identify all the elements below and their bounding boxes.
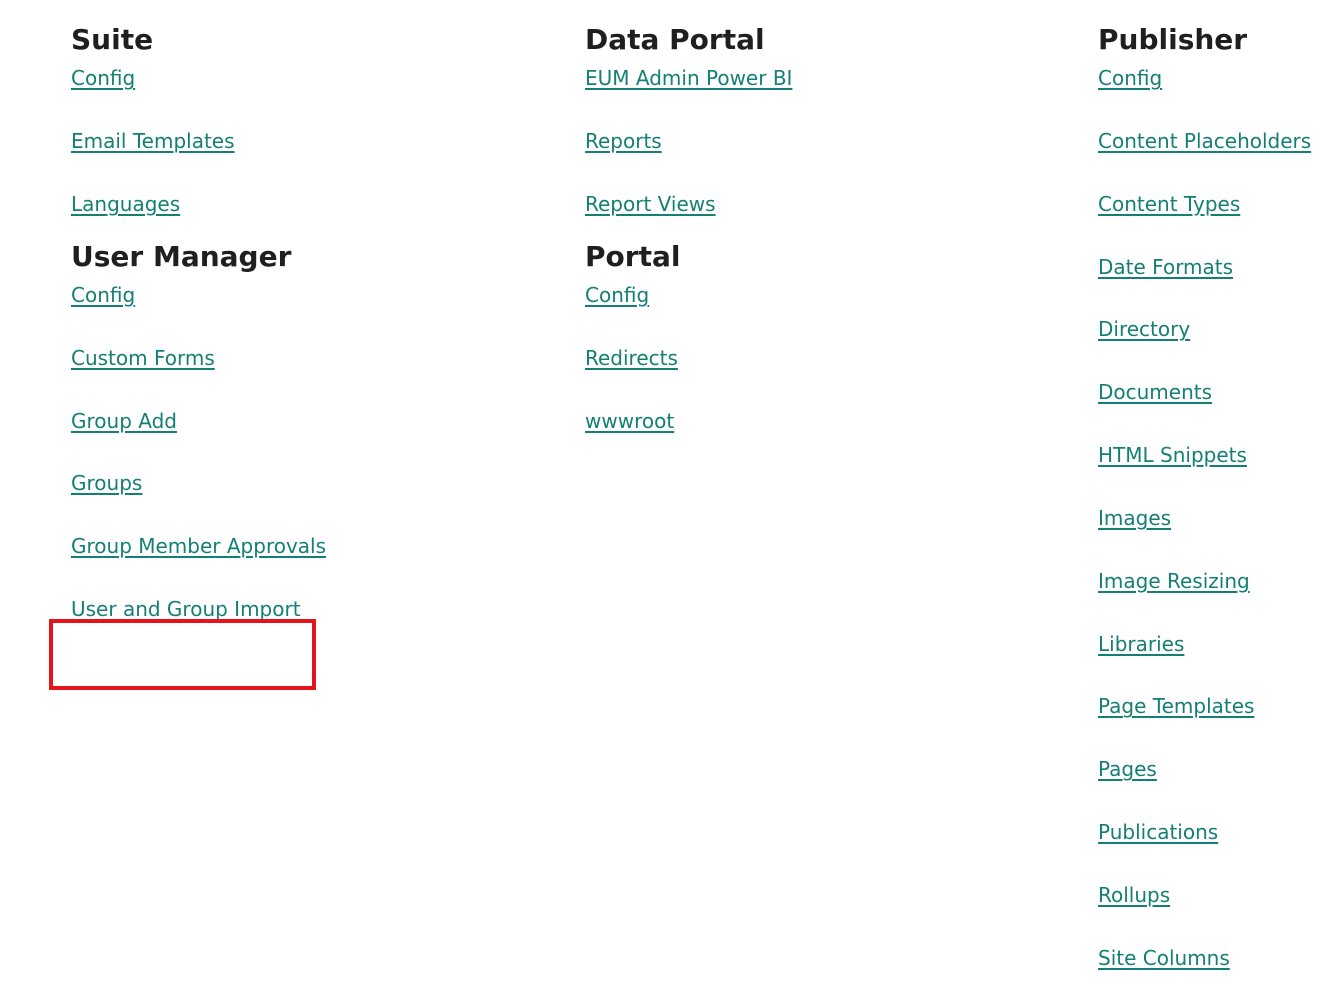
link-publisher-date-formats[interactable]: Date Formats (1098, 253, 1233, 281)
link-publisher-content-placeholders[interactable]: Content Placeholders (1098, 127, 1311, 155)
link-publisher-config[interactable]: Config (1098, 64, 1162, 92)
link-list-publisher: Config Content Placeholders Content Type… (1098, 58, 1311, 1001)
link-data-portal-eum-admin-power-bi[interactable]: EUM Admin Power BI (585, 64, 792, 92)
link-user-manager-custom-forms[interactable]: Custom Forms (71, 344, 215, 372)
list-item: Reports (585, 121, 765, 184)
list-item: Publications (1098, 812, 1247, 875)
list-item: Config (585, 275, 765, 338)
list-item: Group Member Approvals (71, 526, 326, 589)
link-publisher-pages[interactable]: Pages (1098, 755, 1157, 783)
section-heading-suite: Suite (71, 23, 154, 56)
list-item: Config (1098, 58, 1247, 121)
list-item: Report Views (585, 184, 765, 232)
list-item: Images (1098, 498, 1247, 561)
list-item: Group Add (71, 401, 291, 464)
list-item: Site Columns (1098, 938, 1247, 1001)
section-user-manager: User Manager Config Custom Forms Group A… (71, 239, 326, 637)
column-suite-user-manager: Suite Config Email Templates Languages U… (71, 22, 326, 637)
link-user-manager-user-and-group-import[interactable]: User and Group Import (71, 595, 301, 623)
link-publisher-libraries[interactable]: Libraries (1098, 630, 1184, 658)
list-item: Content Placeholders (1098, 121, 1311, 184)
link-user-manager-group-add[interactable]: Group Add (71, 407, 177, 435)
link-portal-redirects[interactable]: Redirects (585, 344, 678, 372)
section-data-portal: Data Portal EUM Admin Power BI Reports R… (585, 22, 792, 232)
list-item: Pages (1098, 749, 1247, 812)
list-item: HTML Snippets (1098, 435, 1247, 498)
link-user-manager-config[interactable]: Config (71, 281, 135, 309)
list-item: Image Resizing (1098, 561, 1250, 624)
link-list-suite: Config Email Templates Languages (71, 58, 291, 232)
list-item: User and Group Import (71, 589, 301, 637)
list-item: Rollups (1098, 875, 1247, 938)
link-list-user-manager: Config Custom Forms Group Add Groups Gro… (71, 275, 326, 637)
list-item: Custom Forms (71, 338, 291, 401)
section-heading-publisher: Publisher (1098, 23, 1248, 56)
link-user-manager-group-member-approvals[interactable]: Group Member Approvals (71, 532, 326, 560)
list-item: Directory (1098, 309, 1247, 372)
link-publisher-image-resizing[interactable]: Image Resizing (1098, 567, 1250, 595)
link-publisher-site-columns[interactable]: Site Columns (1098, 944, 1230, 972)
section-portal: Portal Config Redirects wwwroot (585, 239, 765, 449)
link-suite-email-templates[interactable]: Email Templates (71, 127, 235, 155)
list-item: Libraries (1098, 624, 1247, 687)
list-item: Redirects (585, 338, 765, 401)
list-item: Content Types (1098, 184, 1247, 247)
link-publisher-page-templates[interactable]: Page Templates (1098, 692, 1254, 720)
column-publisher: Publisher Config Content Placeholders Co… (1098, 22, 1311, 1001)
list-item: Languages (71, 184, 291, 232)
link-user-manager-groups[interactable]: Groups (71, 469, 142, 497)
link-publisher-directory[interactable]: Directory (1098, 315, 1190, 343)
list-item: Date Formats (1098, 247, 1247, 310)
link-suite-languages[interactable]: Languages (71, 190, 180, 218)
link-publisher-content-types[interactable]: Content Types (1098, 190, 1240, 218)
list-item: Email Templates (71, 121, 291, 184)
list-item: Config (71, 275, 291, 338)
section-suite: Suite Config Email Templates Languages (71, 22, 291, 232)
section-heading-data-portal: Data Portal (585, 23, 765, 56)
link-publisher-rollups[interactable]: Rollups (1098, 881, 1170, 909)
link-data-portal-report-views[interactable]: Report Views (585, 190, 716, 218)
list-item: wwwroot (585, 401, 765, 449)
section-heading-portal: Portal (585, 239, 681, 273)
section-heading-user-manager: User Manager (71, 239, 292, 273)
link-publisher-documents[interactable]: Documents (1098, 378, 1212, 406)
section-publisher: Publisher Config Content Placeholders Co… (1098, 22, 1311, 1001)
link-portal-wwwroot[interactable]: wwwroot (585, 407, 674, 435)
column-data-portal: Data Portal EUM Admin Power BI Reports R… (585, 22, 792, 449)
link-data-portal-reports[interactable]: Reports (585, 127, 662, 155)
list-item: EUM Admin Power BI (585, 58, 792, 121)
list-item: Config (71, 58, 291, 121)
link-suite-config[interactable]: Config (71, 64, 135, 92)
list-item: Documents (1098, 372, 1247, 435)
link-portal-config[interactable]: Config (585, 281, 649, 309)
link-list-data-portal: EUM Admin Power BI Reports Report Views (585, 58, 792, 232)
list-item: Page Templates (1098, 686, 1254, 749)
link-publisher-publications[interactable]: Publications (1098, 818, 1218, 846)
link-publisher-images[interactable]: Images (1098, 504, 1171, 532)
list-item: Groups (71, 463, 291, 526)
link-publisher-html-snippets[interactable]: HTML Snippets (1098, 441, 1247, 469)
link-list-portal: Config Redirects wwwroot (585, 275, 765, 449)
